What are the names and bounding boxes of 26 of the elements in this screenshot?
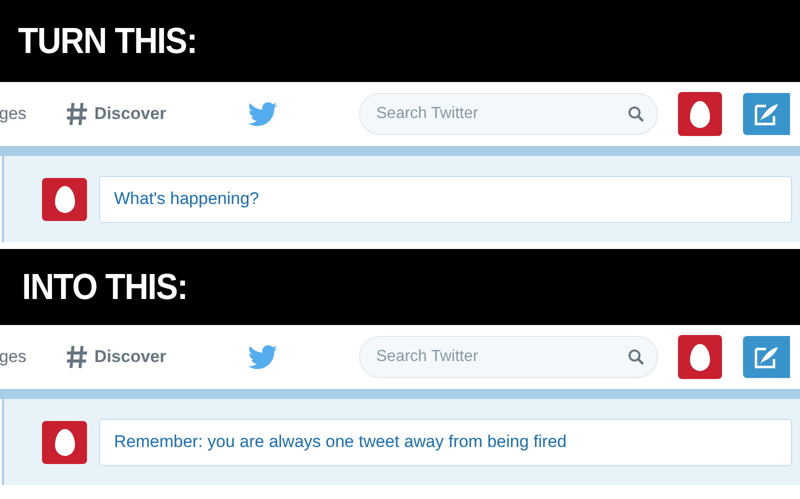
avatar[interactable] [678, 335, 722, 379]
quill-icon [754, 345, 780, 369]
compose-button[interactable] [743, 336, 790, 378]
bird-icon[interactable] [248, 345, 278, 369]
discover-link[interactable]: Discover [66, 101, 166, 127]
search-icon [628, 106, 644, 122]
discover-link[interactable]: Discover [66, 344, 166, 370]
bird-icon[interactable] [248, 102, 278, 126]
egg-icon [54, 428, 74, 456]
search-icon [628, 349, 644, 365]
egg-icon [54, 186, 74, 212]
avatar[interactable] [678, 92, 722, 136]
search-field[interactable]: Search Twitter [359, 336, 658, 378]
caption: TURN THIS: [18, 19, 197, 64]
quill-icon [754, 102, 780, 126]
caption: INTO THIS: [22, 265, 188, 310]
search-field[interactable]: Search Twitter [359, 93, 658, 135]
nav-link[interactable]: ges [0, 101, 26, 127]
egg-icon [690, 344, 710, 370]
egg-icon [690, 100, 710, 128]
tweet-box[interactable]: Remember: you are always one tweet away from being fired [99, 418, 792, 466]
hashtag-icon [66, 102, 88, 126]
hashtag-icon [66, 345, 88, 369]
compose-button[interactable] [743, 93, 790, 135]
nav-link[interactable]: ges [0, 344, 26, 370]
tweet-box[interactable]: What's happening? [99, 176, 792, 222]
